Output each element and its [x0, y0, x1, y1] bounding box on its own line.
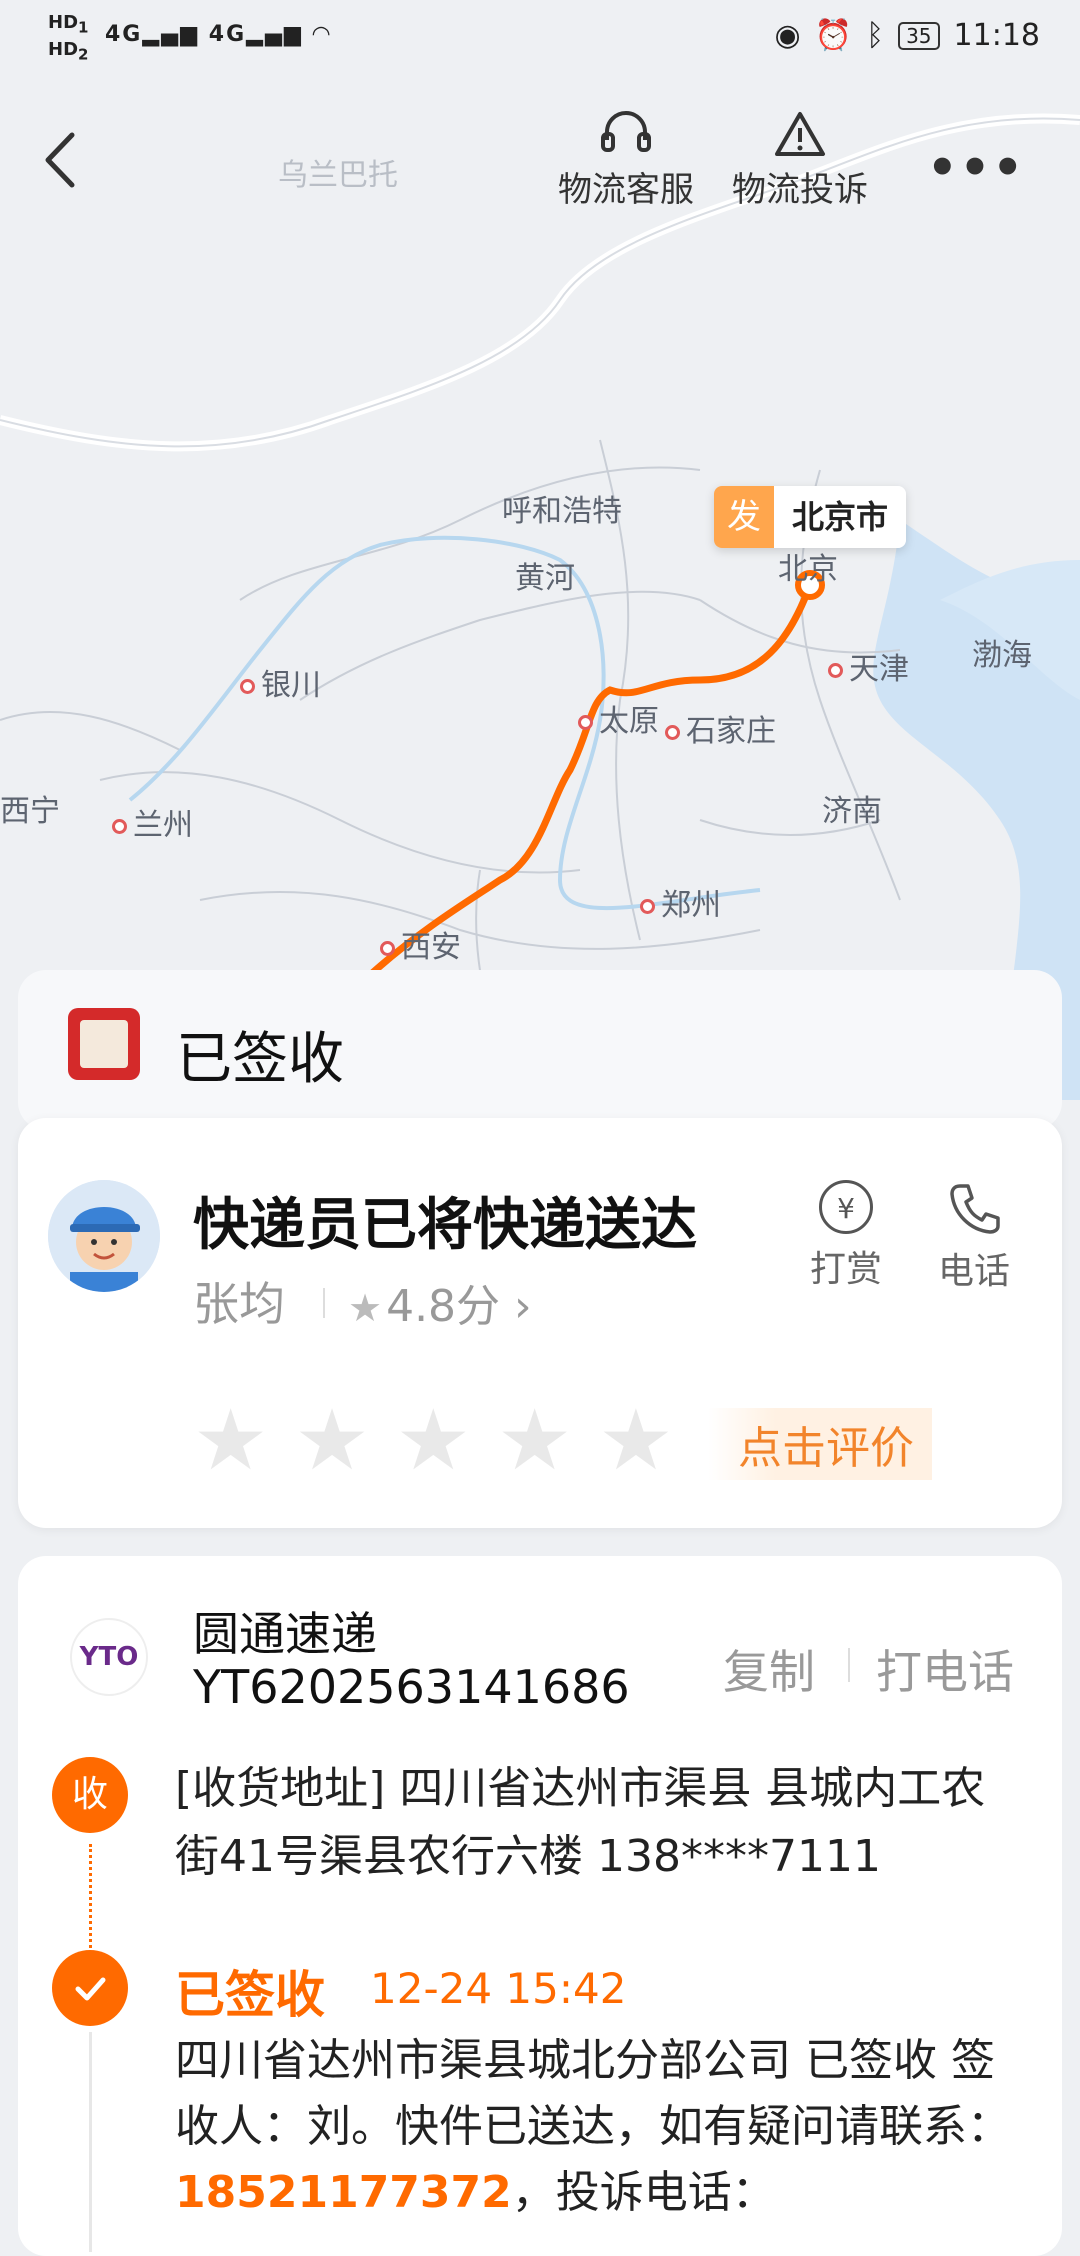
alarm-icon: ⏰: [814, 18, 853, 53]
phone-icon: [950, 1184, 1000, 1234]
divider: [323, 1288, 325, 1318]
delivery-status-card: 已签收: [18, 970, 1062, 1130]
courier-name: 张均: [193, 1277, 285, 1331]
copy-button[interactable]: 复制: [723, 1636, 815, 1702]
courier-avatar: [48, 1180, 160, 1292]
map-label-xian: 西安: [380, 922, 461, 966]
courier-avatar-icon: [48, 1180, 160, 1292]
logistics-complaint-button[interactable]: 物流投诉: [732, 110, 868, 211]
rating-value: 4.8分: [386, 1281, 501, 1332]
back-button[interactable]: [40, 130, 80, 190]
phone-label: 电话: [938, 1251, 1011, 1292]
map-label-zhengzhou: 郑州: [640, 880, 721, 924]
tip-button[interactable]: ¥ 打赏: [810, 1180, 882, 1292]
more-options-button[interactable]: •••: [927, 140, 1025, 196]
top-nav: 物流客服 物流投诉 •••: [0, 90, 1080, 230]
chevron-right-icon: ›: [500, 1281, 532, 1332]
call-carrier-button[interactable]: 打电话: [876, 1636, 1014, 1702]
courier-rating[interactable]: ★4.8分 ›: [348, 1270, 532, 1334]
status-right: ◉ ⏰ ᛒ 35 11:18: [775, 18, 1040, 53]
rating-stars[interactable]: ★ ★ ★ ★ ★: [193, 1398, 674, 1482]
chevron-left-icon: [45, 132, 75, 188]
event-status: 已签收: [175, 1966, 325, 2024]
tracking-number: YT6202563141686: [193, 1660, 630, 1714]
tip-label: 打赏: [810, 1249, 883, 1290]
event-description: 四川省达州市渠县城北分部公司 已签收 签收人：刘。快件已送达，如有疑问请联系： 1…: [175, 2028, 1025, 2226]
logistics-complaint-label: 物流投诉: [732, 170, 868, 210]
headset-icon: [601, 111, 651, 152]
phone-button[interactable]: 电话: [938, 1180, 1010, 1294]
signal-icons: 4G▂▄▆ 4G▂▄▆ ◠: [105, 22, 332, 47]
map-label-shijiazhuang: 石家庄: [665, 706, 776, 750]
map-label-xining: 西宁: [0, 794, 60, 829]
contact-phone-link[interactable]: 18521177372: [175, 2167, 512, 2218]
rating-star-icon[interactable]: ★: [396, 1398, 471, 1482]
carrier-logo: YTO: [70, 1618, 148, 1696]
checkmark-icon: [52, 1950, 128, 2026]
event-description-suffix: ，投诉电话：: [511, 2167, 776, 2218]
map-label-taiyuan: 太原: [578, 696, 659, 740]
divider: [848, 1648, 850, 1682]
timeline-connector: [89, 1844, 92, 1954]
origin-tag: 发: [714, 486, 774, 548]
courier-message: 快递员已将快递送达: [193, 1193, 697, 1258]
hd-indicators: HD1 HD2: [48, 12, 89, 64]
map-label-lanzhou: 兰州: [112, 800, 193, 844]
eye-icon: ◉: [774, 18, 801, 53]
clock-time: 11:18: [953, 18, 1040, 53]
receive-address: [收货地址] 四川省达州市渠县 县城内工农街41号渠县农行六楼 138****7…: [175, 1763, 986, 1882]
timeline-line: [89, 2032, 92, 2252]
battery-icon: 35: [898, 21, 940, 50]
map-label-bohai: 渤海: [972, 638, 1032, 673]
map-label-jinan: 济南: [822, 794, 882, 829]
delivery-status-title: 已签收: [176, 1027, 344, 1092]
rating-star-icon[interactable]: ★: [193, 1398, 268, 1482]
rating-star-icon[interactable]: ★: [497, 1398, 572, 1482]
rate-prompt-button[interactable]: 点击评价: [708, 1408, 932, 1480]
shop-logo: [68, 1008, 140, 1080]
status-bar: HD1 HD2 4G▂▄▆ 4G▂▄▆ ◠ ◉ ⏰ ᛒ 35 11:18: [0, 0, 1080, 80]
receive-address-marker: 收: [52, 1757, 128, 1833]
map-label-yellow-river: 黄河: [515, 561, 575, 596]
rating-star-icon[interactable]: ★: [294, 1398, 369, 1482]
wifi-icon: ◠: [312, 22, 332, 47]
logistics-service-label: 物流客服: [558, 170, 694, 210]
map-label-yinchuan: 银川: [240, 660, 321, 704]
rating-star-icon[interactable]: ★: [598, 1398, 673, 1482]
map-label-tianjin: 天津: [828, 644, 909, 688]
event-time: 12-24 15:42: [370, 1964, 627, 2013]
event-description-text: 四川省达州市渠县城北分部公司 已签收 签收人：刘。快件已送达，如有疑问请联系：: [175, 2035, 1011, 2152]
courier-card: 快递员已将快递送达 张均 ★4.8分 › ¥ 打赏 电话 ★ ★ ★ ★ ★ 点…: [18, 1118, 1062, 1528]
map-label-beijing-small: 北京: [778, 552, 838, 587]
yuan-icon: ¥: [819, 1180, 873, 1234]
map-label-hohhot: 呼和浩特: [502, 494, 622, 529]
logistics-service-button[interactable]: 物流客服: [558, 110, 694, 211]
origin-marker[interactable]: 发 北京市: [714, 486, 907, 548]
star-icon: ★: [348, 1286, 383, 1330]
warning-icon: [775, 112, 825, 156]
more-icon: •••: [926, 140, 1025, 196]
bluetooth-icon: ᛒ: [866, 18, 885, 53]
carrier-name: 圆通速递: [193, 1607, 377, 1661]
origin-name: 北京市: [774, 486, 907, 548]
